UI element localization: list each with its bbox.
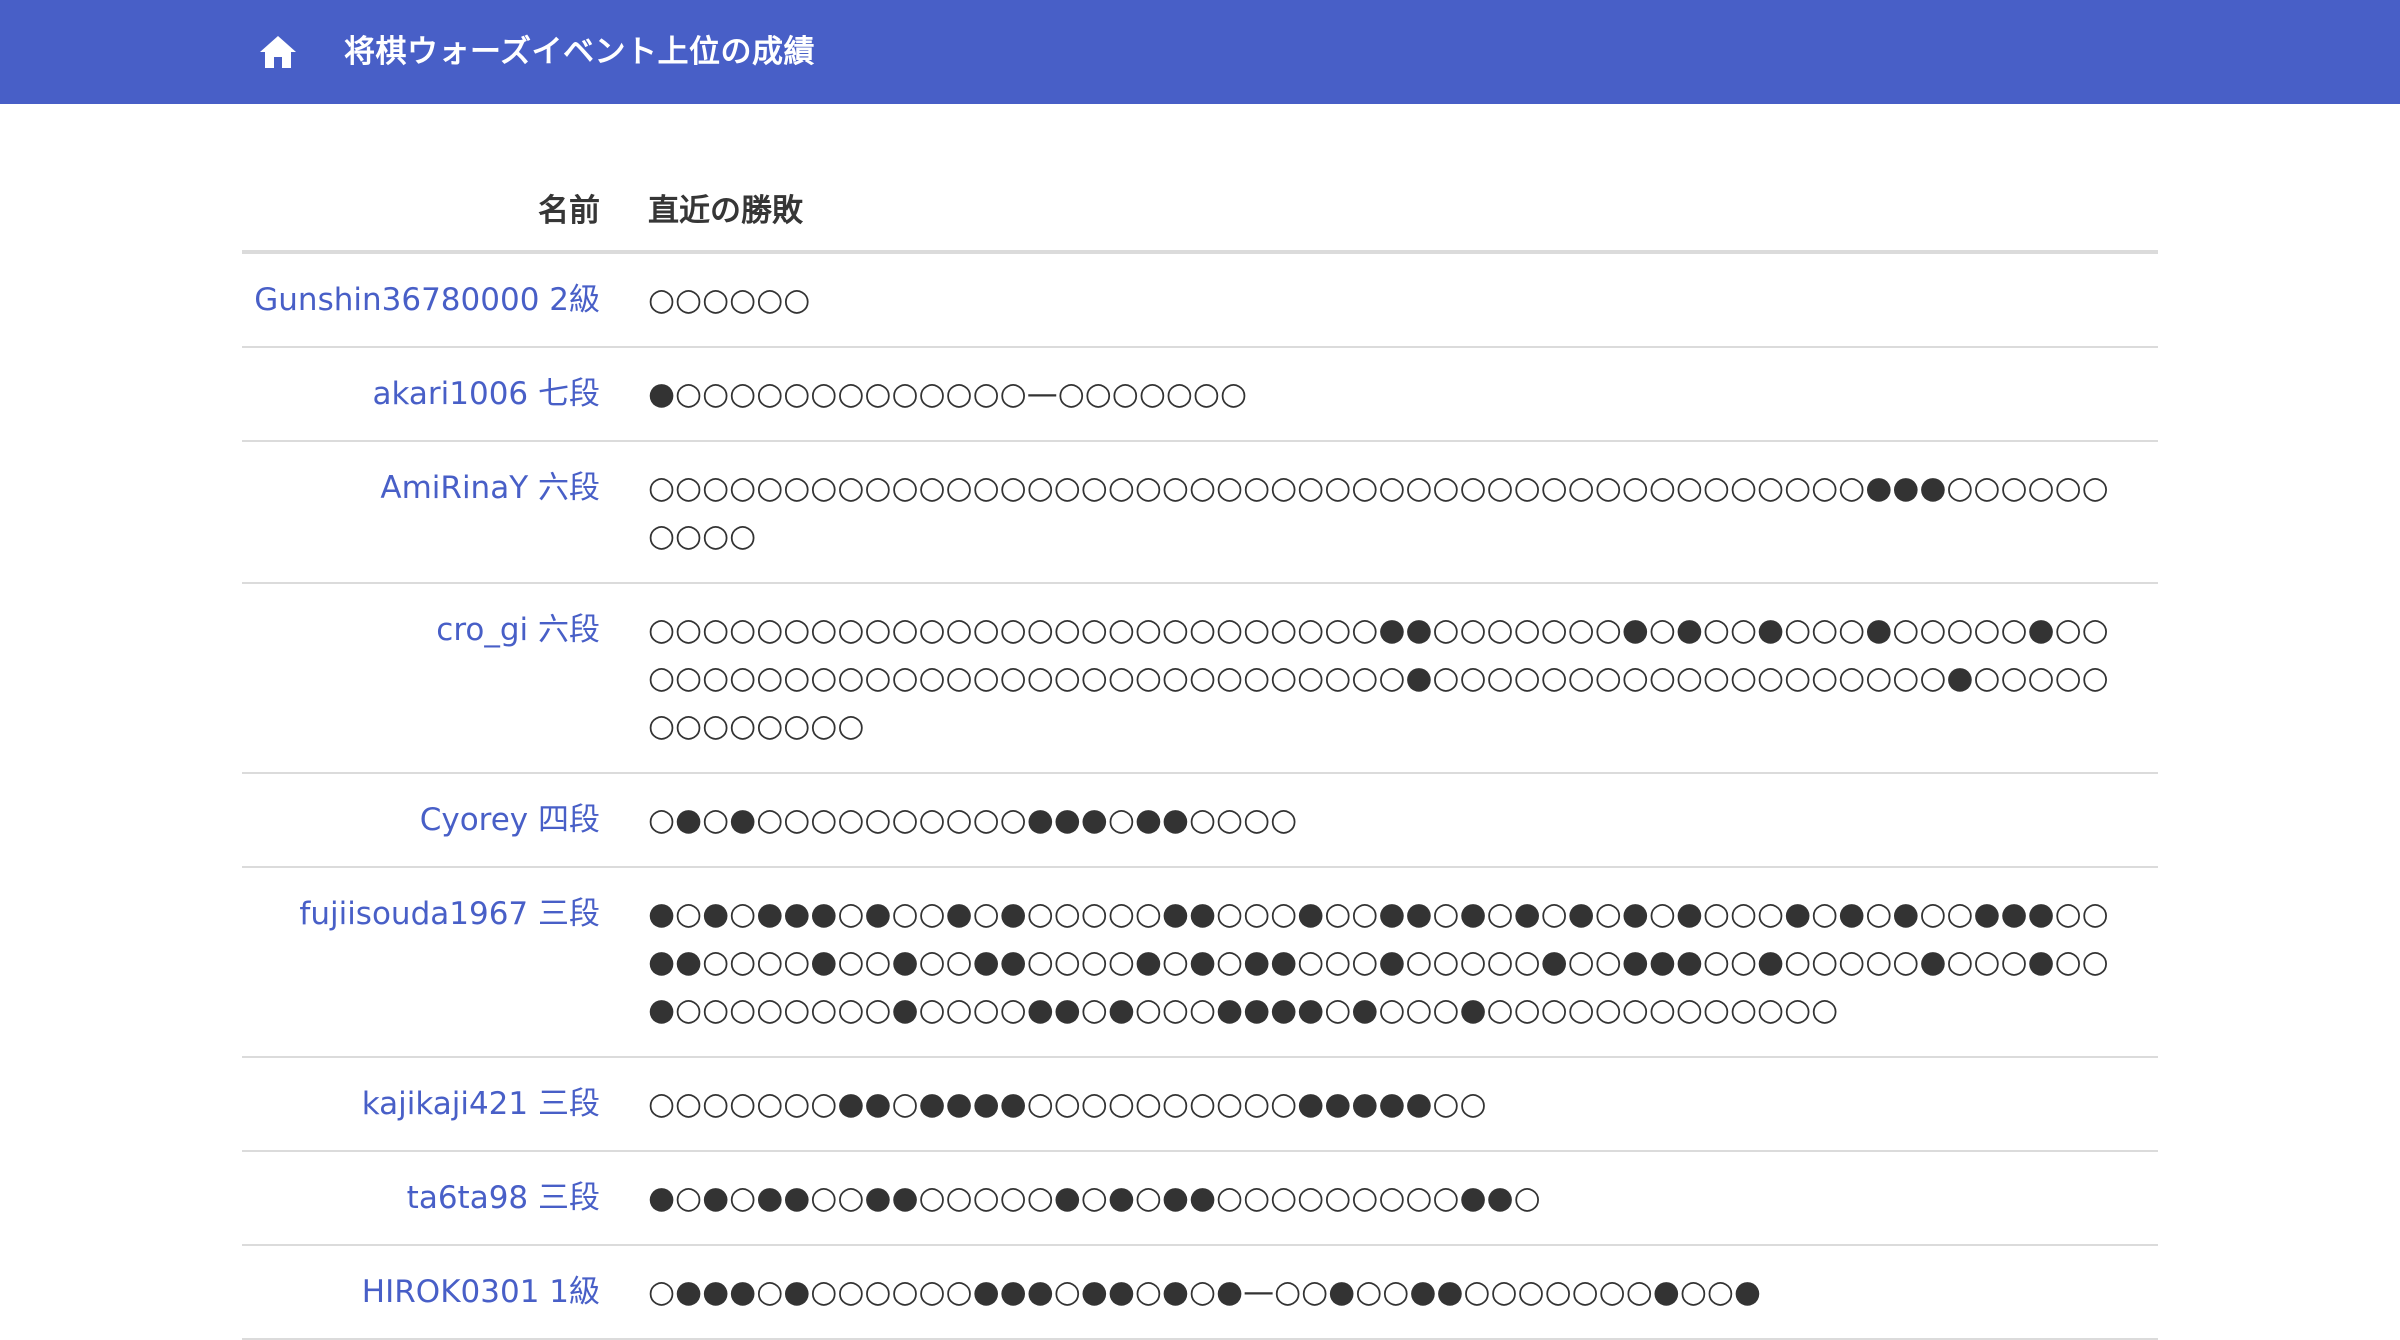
win-loss-sequence: ○○○○○○○○○○○○○○○○○○○○○○○○○○○●●○○○○○○○●○●○…	[648, 612, 2109, 744]
player-name-cell: HIROK0301 1級	[242, 1245, 624, 1340]
results-cell: ●○○○○○○○○○○○○○—○○○○○○○	[624, 347, 2158, 442]
table-row: kajikaji421 三段 ○○○○○○○●●○●●●●○○○○○○○○○○●●…	[242, 1057, 2158, 1152]
table-row: ta6ta98 三段 ●○●○●●○○●●○○○○○●○●○●●○○○○○○○○○…	[242, 1151, 2158, 1246]
player-link[interactable]: HIROK0301 1級	[362, 1274, 600, 1310]
player-link[interactable]: cro_gi 六段	[436, 612, 600, 648]
win-loss-sequence: ●○○○○○○○○○○○○○—○○○○○○○	[648, 376, 1248, 412]
home-icon	[260, 36, 296, 68]
results-cell: ●○●○●●●○●○○●○●○○○○○●●○○○●○○●●○●○●○●○●○●○…	[624, 867, 2158, 1058]
player-name-cell: kajikaji421 三段	[242, 1057, 624, 1152]
page-title: 将棋ウォーズイベント上位の成績	[344, 34, 815, 70]
win-loss-sequence: ○●○●○○○○○○○○○○●●●○●●○○○○	[648, 802, 1298, 838]
player-link[interactable]: akari1006 七段	[372, 376, 600, 412]
win-loss-sequence: ○●●●○●○○○○○○●●●○●●○●○●—○○●○○●●○○○○○○○●○○…	[648, 1274, 1761, 1310]
results-cell: ○○○○○○○●●○●●●●○○○○○○○○○○●●●●●○○	[624, 1057, 2158, 1152]
player-name-cell: cro_gi 六段	[242, 583, 624, 774]
win-loss-sequence: ○○○○○○○○○○○○○○○○○○○○○○○○○○○○○○○○○○○○○○○○…	[648, 470, 2109, 554]
table-row: AmiRinaY 六段 ○○○○○○○○○○○○○○○○○○○○○○○○○○○○○…	[242, 441, 2158, 584]
player-name-cell: Cyorey 四段	[242, 773, 624, 868]
player-link[interactable]: fujiisouda1967 三段	[299, 896, 600, 932]
table-header-row: 名前 直近の勝敗	[242, 104, 2158, 254]
home-button[interactable]	[256, 30, 300, 74]
win-loss-sequence: ●○●○●●●○●○○●○●○○○○○●●○○○●○○●●○●○●○●○●○●○…	[648, 896, 2109, 1028]
results-cell: ○●○●○○○○○○○○○○●●●○●●○○○○	[624, 773, 2158, 868]
results-cell: ●○●○●●○○●●○○○○○●○●○●●○○○○○○○○○●●○	[624, 1151, 2158, 1246]
table-row: HIROK0301 1級 ○●●●○●○○○○○○●●●○●●○●○●—○○●○○…	[242, 1245, 2158, 1340]
table-row: Gunshin36780000 2級 ○○○○○○	[242, 252, 2158, 348]
results-cell: ○○○○○○	[624, 252, 2158, 348]
results-table-container: 名前 直近の勝敗 Gunshin36780000 2級 ○○○○○○ akari10…	[242, 104, 2158, 1340]
win-loss-sequence: ○○○○○○○●●○●●●●○○○○○○○○○○●●●●●○○	[648, 1086, 1487, 1122]
win-loss-sequence: ●○●○●●○○●●○○○○○●○●○●●○○○○○○○○○●●○	[648, 1180, 1541, 1216]
player-name-cell: Gunshin36780000 2級	[242, 252, 624, 348]
player-name-cell: fujiisouda1967 三段	[242, 867, 624, 1058]
table-row: akari1006 七段 ●○○○○○○○○○○○○○—○○○○○○○	[242, 347, 2158, 442]
results-cell: ○○○○○○○○○○○○○○○○○○○○○○○○○○○○○○○○○○○○○○○○…	[624, 441, 2158, 584]
results-table: 名前 直近の勝敗 Gunshin36780000 2級 ○○○○○○ akari10…	[242, 104, 2158, 1340]
player-link[interactable]: AmiRinaY 六段	[380, 470, 600, 506]
player-link[interactable]: ta6ta98 三段	[407, 1180, 600, 1216]
player-link[interactable]: Gunshin36780000 2級	[254, 282, 600, 318]
results-cell: ○●●●○●○○○○○○●●●○●●○●○●—○○●○○●●○○○○○○○●○○…	[624, 1245, 2158, 1340]
column-header-results: 直近の勝敗	[624, 104, 2158, 254]
column-header-name: 名前	[242, 104, 624, 254]
table-row: Cyorey 四段 ○●○●○○○○○○○○○○●●●○●●○○○○	[242, 773, 2158, 868]
player-name-cell: akari1006 七段	[242, 347, 624, 442]
results-cell: ○○○○○○○○○○○○○○○○○○○○○○○○○○○●●○○○○○○○●○●○…	[624, 583, 2158, 774]
table-row: fujiisouda1967 三段 ●○●○●●●○●○○●○●○○○○○●●○○…	[242, 867, 2158, 1058]
player-name-cell: AmiRinaY 六段	[242, 441, 624, 584]
player-link[interactable]: kajikaji421 三段	[362, 1086, 600, 1122]
app-header: 将棋ウォーズイベント上位の成績	[0, 0, 2400, 104]
player-link[interactable]: Cyorey 四段	[420, 802, 600, 838]
player-name-cell: ta6ta98 三段	[242, 1151, 624, 1246]
table-row: cro_gi 六段 ○○○○○○○○○○○○○○○○○○○○○○○○○○○●●○○…	[242, 583, 2158, 774]
win-loss-sequence: ○○○○○○	[648, 282, 811, 318]
